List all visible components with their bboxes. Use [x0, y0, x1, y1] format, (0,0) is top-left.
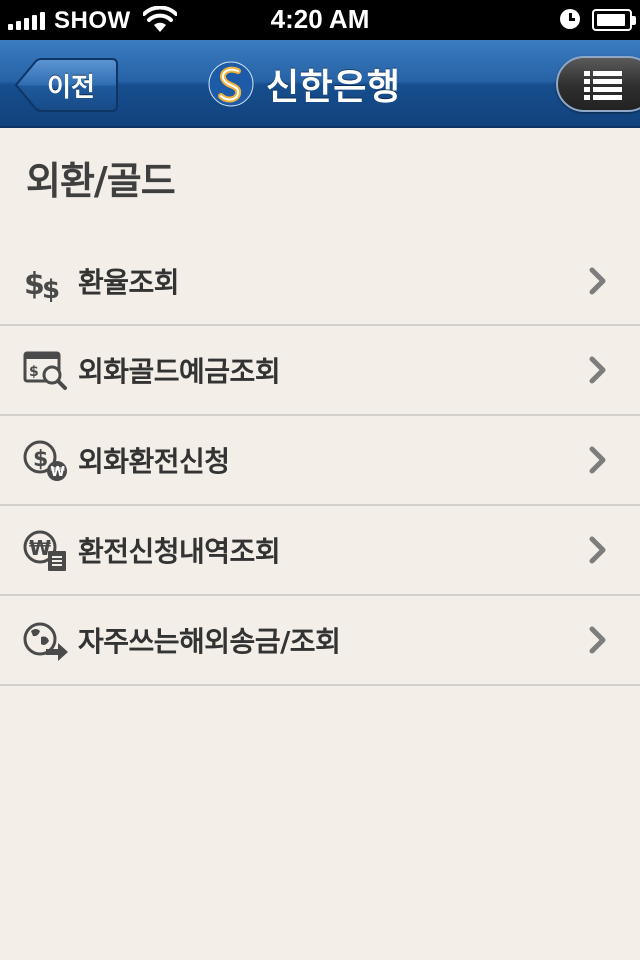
navigation-bar: 이전 신한은행 — [0, 40, 640, 128]
menu-item-label: 환전신청내역조회 — [78, 535, 281, 568]
menu-item-exchange-rate[interactable]: $ $ 환율조회 — [0, 238, 640, 326]
chevron-right-icon — [589, 356, 606, 384]
exchange-history-icon: ₩ — [23, 530, 66, 571]
menu-item-deposit-inquiry[interactable]: $ 외화골드예금조회 — [0, 326, 640, 416]
menu-item-overseas-remittance[interactable]: 자주쓰는해외송금/조회 — [0, 596, 640, 686]
status-time: 4:20 AM — [270, 4, 370, 34]
chevron-right-icon — [589, 267, 606, 295]
svg-text:$: $ — [42, 275, 60, 304]
menu-item-exchange-history[interactable]: ₩ 환전신청내역조회 — [0, 506, 640, 596]
status-bar: SHOW 4:20 AM — [0, 0, 640, 40]
back-button[interactable]: 이전 — [14, 58, 118, 112]
deposit-search-icon: $ — [23, 351, 67, 390]
brand-name: 신한은행 — [266, 67, 401, 108]
dollar-exchange-icon: $ $ — [24, 267, 60, 304]
bank-logo-icon — [208, 61, 254, 107]
chevron-right-icon — [589, 536, 606, 564]
overseas-remittance-icon — [23, 622, 68, 661]
page-title: 외환/골드 — [26, 159, 176, 203]
list-menu-icon — [584, 71, 622, 100]
back-button-label: 이전 — [47, 72, 95, 103]
currency-exchange-icon: $ ₩ — [23, 440, 67, 481]
menu-item-currency-exchange[interactable]: $ ₩ 외화환전신청 — [0, 416, 640, 506]
menu-item-label: 환율조회 — [78, 266, 180, 299]
menu-item-label: 외화환전신청 — [78, 445, 230, 478]
chevron-right-icon — [589, 446, 606, 474]
battery-icon — [592, 9, 636, 31]
menu-button[interactable] — [556, 56, 640, 112]
svg-text:$: $ — [29, 364, 39, 380]
menu-item-label: 자주쓰는해외송금/조회 — [78, 625, 341, 658]
svg-text:₩: ₩ — [51, 465, 66, 480]
brand: 신한은행 — [208, 60, 400, 108]
svg-text:₩: ₩ — [29, 536, 51, 560]
svg-text:$: $ — [33, 447, 48, 472]
alarm-clock-icon — [560, 9, 580, 29]
chevron-right-icon — [589, 626, 606, 654]
menu-item-label: 외화골드예금조회 — [78, 355, 281, 388]
menu-list: $ $ 환율조회 $ 외화골드예금조회 $ ₩ 외화환전신청 ₩ 환전신청내역조… — [0, 238, 640, 686]
